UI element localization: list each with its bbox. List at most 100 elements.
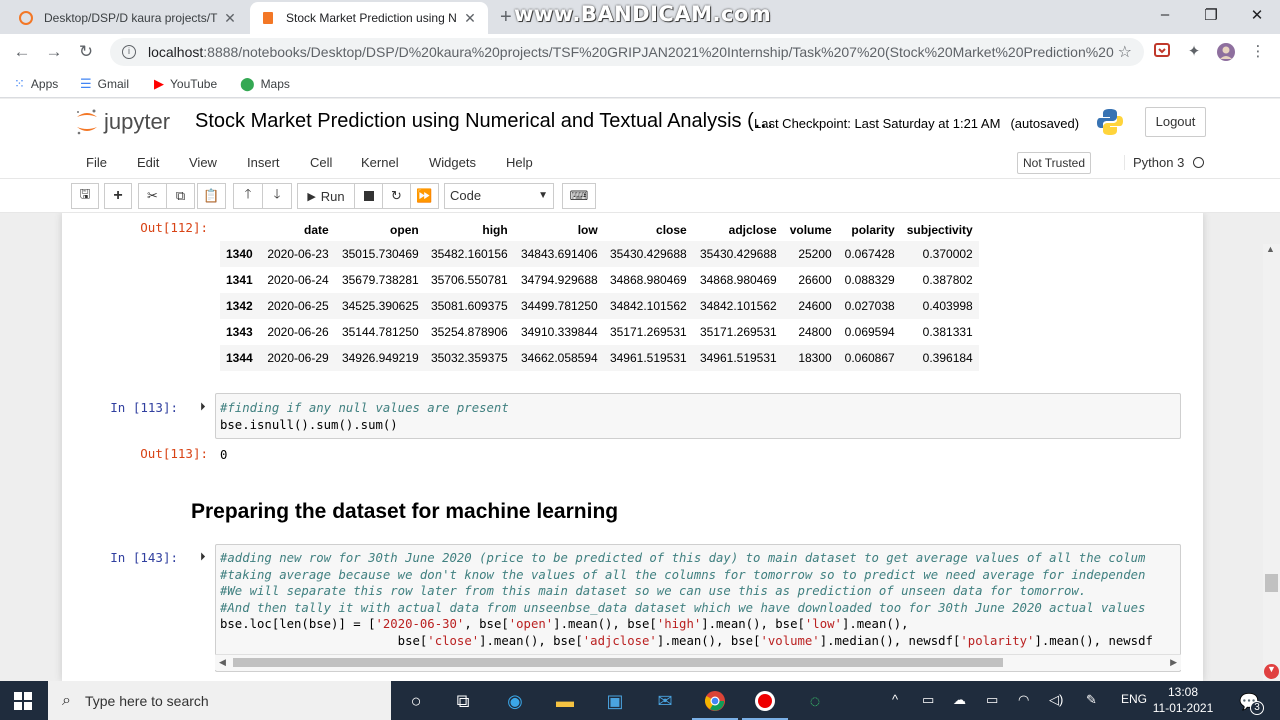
move-down-button[interactable]: 🡓 <box>262 183 292 209</box>
profile-avatar[interactable] <box>1216 42 1236 62</box>
pen-icon[interactable]: ✎ <box>1086 692 1097 708</box>
cortana-icon[interactable]: ○ <box>403 688 429 714</box>
kernel-idle-indicator-icon <box>1193 157 1204 168</box>
site-info-icon[interactable]: i <box>122 45 136 59</box>
logout-button[interactable]: Logout <box>1145 107 1206 137</box>
scrollbar-thumb[interactable] <box>233 658 1003 667</box>
run-cell-icon[interactable]: ⏵ <box>200 401 206 414</box>
move-up-button[interactable]: 🡑 <box>233 183 263 209</box>
chrome-icon[interactable] <box>692 688 738 720</box>
browser-menu-icon[interactable]: ⋮ <box>1248 42 1268 62</box>
page-vertical-scrollbar[interactable]: ▲ ▼ <box>1263 244 1280 681</box>
restart-kernel-button[interactable]: ↻ <box>382 183 411 209</box>
forward-arrow-icon[interactable]: → <box>44 42 64 62</box>
store-icon[interactable]: ▣ <box>602 688 628 714</box>
cell-type-select[interactable]: Code ▼ <box>444 183 554 209</box>
code-horizontal-scrollbar[interactable]: ◀ ▶ <box>215 654 1181 670</box>
jupyter-logo[interactable]: jupyter <box>74 107 170 137</box>
onedrive-icon[interactable]: ☁ <box>953 692 966 708</box>
notebook-toolbar: 🖫 + ✂ ⧉ 📋 🡑 🡓 ▶ Run ↻ ⏩ Code ▼ ⌨ <box>0 179 1280 213</box>
jupyter-logo-text: jupyter <box>104 109 171 134</box>
bookmark-maps[interactable]: ⬤ Maps <box>240 76 290 92</box>
code-string: 'polarity' <box>960 633 1035 648</box>
code-string: '2020-06-30' <box>375 617 465 632</box>
table-cell: 0.060867 <box>844 351 895 365</box>
bookmark-gmail[interactable]: ☰ Gmail <box>80 76 129 92</box>
not-trusted-button[interactable]: Not Trusted <box>1017 152 1091 174</box>
code-token: ].mean(), bse[ <box>701 617 805 632</box>
restart-run-all-button[interactable]: ⏩ <box>410 183 439 209</box>
checkpoint-text: Last Checkpoint: Last Saturday at 1:21 A… <box>754 116 1001 131</box>
bookmark-youtube[interactable]: ▶ YouTube <box>154 76 217 92</box>
reload-icon[interactable]: ↻ <box>76 42 96 62</box>
restore-icon[interactable]: ❐ <box>1196 6 1226 24</box>
taskbar-search-box[interactable]: ⌕ Type here to search <box>48 681 391 720</box>
code-line: bse.isnull().sum().sum() <box>220 417 398 432</box>
bookmark-apps[interactable]: ⁙ Apps <box>14 76 58 92</box>
code-cell-143[interactable]: #adding new row for 30th June 2020 (pric… <box>215 544 1181 672</box>
edge-browser-icon[interactable]: ◉ <box>502 688 528 714</box>
bandicam-record-icon[interactable] <box>742 688 788 720</box>
run-button[interactable]: ▶ Run <box>297 183 355 209</box>
meet-now-icon[interactable]: ▭ <box>922 692 934 708</box>
table-cell: 34499.781250 <box>520 299 598 313</box>
scroll-down-icon[interactable]: ▼ <box>1264 664 1279 679</box>
scroll-left-icon[interactable]: ◀ <box>219 657 226 668</box>
code-cell-113[interactable]: #finding if any null values are present … <box>215 393 1181 439</box>
scrollbar-thumb[interactable] <box>1265 574 1278 592</box>
windows-start-icon[interactable] <box>14 692 32 710</box>
language-indicator[interactable]: ENG <box>1121 692 1147 706</box>
scroll-right-icon[interactable]: ▶ <box>1170 657 1177 668</box>
run-cell-icon[interactable]: ⏵ <box>200 551 206 564</box>
menu-edit[interactable]: Edit <box>137 155 159 170</box>
tab-notebook[interactable]: Stock Market Prediction using N ✕ <box>250 2 488 34</box>
bookmark-label: Apps <box>30 77 59 91</box>
battery-icon[interactable]: ▭ <box>986 692 998 708</box>
new-tab-button[interactable]: + <box>500 6 512 29</box>
close-tab-icon[interactable]: ✕ <box>222 10 238 27</box>
menu-file[interactable]: File <box>86 155 107 170</box>
column-header: low <box>577 223 598 237</box>
menu-kernel[interactable]: Kernel <box>361 155 399 170</box>
pocket-extension-icon[interactable] <box>1152 42 1172 62</box>
menu-cell[interactable]: Cell <box>310 155 332 170</box>
close-window-icon[interactable]: ✕ <box>1242 6 1272 24</box>
table-cell: 34926.949219 <box>341 351 419 365</box>
column-header: subjectivity <box>906 223 973 237</box>
back-arrow-icon[interactable]: ← <box>12 42 32 62</box>
close-tab-icon[interactable]: ✕ <box>462 10 478 27</box>
scroll-up-icon[interactable]: ▲ <box>1266 244 1275 254</box>
wifi-icon[interactable]: ◠ <box>1018 692 1029 708</box>
volume-icon[interactable]: ◁) <box>1049 692 1063 708</box>
notebook-site: Out[112]: date open high low close adjcl… <box>0 213 1280 681</box>
copy-button[interactable]: ⧉ <box>166 183 195 209</box>
menu-help[interactable]: Help <box>506 155 533 170</box>
tab-desktop-folder[interactable]: Desktop/DSP/D kaura projects/T ✕ <box>8 2 248 34</box>
table-cell: 0.088329 <box>844 273 895 287</box>
address-bar[interactable]: i localhost:8888/notebooks/Desktop/DSP/D… <box>110 38 1144 66</box>
menu-insert[interactable]: Insert <box>247 155 280 170</box>
extensions-puzzle-icon[interactable]: ✦ <box>1184 42 1204 62</box>
task-view-icon[interactable]: ⧉ <box>450 688 476 714</box>
notebook-title[interactable]: Stock Market Prediction using Numerical … <box>195 110 774 133</box>
command-palette-button[interactable]: ⌨ <box>562 183 596 209</box>
interrupt-button[interactable] <box>354 183 383 209</box>
kernel-name[interactable]: Python 3 <box>1124 155 1184 170</box>
minimize-icon[interactable]: – <box>1150 6 1180 23</box>
show-hidden-icons-icon[interactable]: ^ <box>892 692 898 707</box>
mail-icon[interactable]: ✉ <box>652 688 678 714</box>
loading-app-icon[interactable]: ◌ <box>802 688 828 714</box>
bookmark-star-icon[interactable]: ☆ <box>1113 42 1132 62</box>
table-cell: 2020-06-24 <box>267 273 329 287</box>
paste-button[interactable]: 📋 <box>197 183 226 209</box>
menu-widgets[interactable]: Widgets <box>429 155 476 170</box>
system-clock[interactable]: 13:08 11-01-2021 <box>1152 684 1214 716</box>
autosave-status: (autosaved) <box>1010 116 1080 131</box>
save-button[interactable]: 🖫 <box>71 183 99 209</box>
file-explorer-icon[interactable]: ▬ <box>552 688 578 714</box>
cut-button[interactable]: ✂ <box>138 183 167 209</box>
arrow-up-icon: 🡑 <box>244 186 252 201</box>
menu-view[interactable]: View <box>189 155 217 170</box>
insert-cell-button[interactable]: + <box>104 183 132 209</box>
column-header: open <box>390 223 419 237</box>
